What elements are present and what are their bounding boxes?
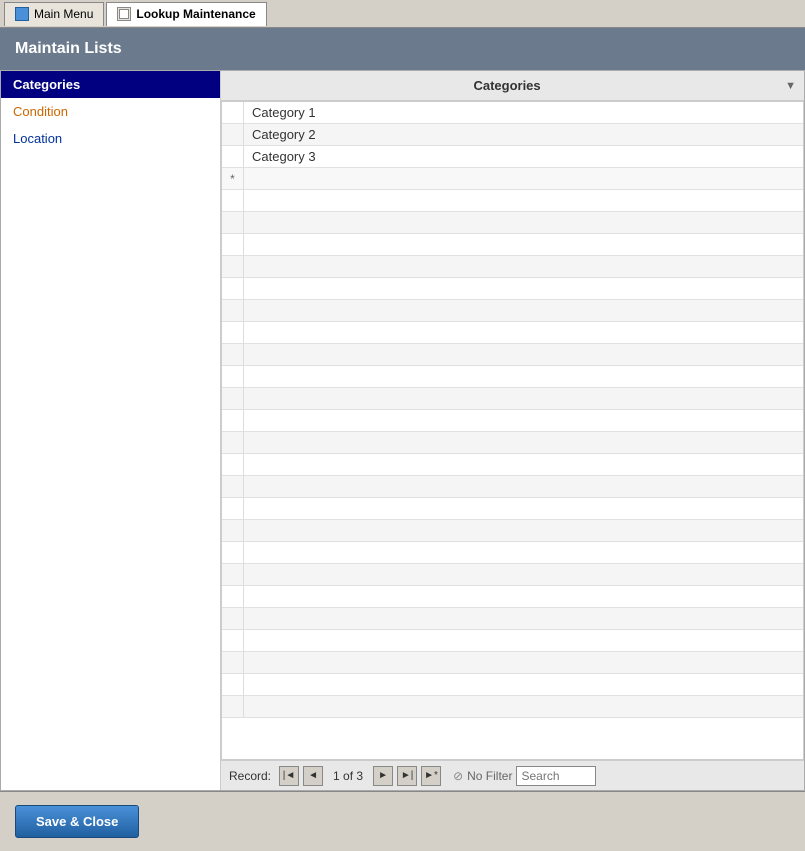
row-indicator-e: [222, 366, 244, 387]
row-indicator-new: *: [222, 168, 244, 189]
grid-column-header: Categories: [229, 78, 785, 93]
table-row-empty: [222, 300, 803, 322]
row-indicator-e: [222, 432, 244, 453]
tab-main-menu[interactable]: Main Menu: [4, 2, 104, 26]
table-row-empty: [222, 652, 803, 674]
row-cell-3[interactable]: Category 3: [244, 147, 803, 166]
row-indicator-e: [222, 476, 244, 497]
row-indicator-e: [222, 564, 244, 585]
nav-new-button[interactable]: ►*: [421, 766, 441, 786]
nav-prev-button[interactable]: ◄: [303, 766, 323, 786]
bottom-bar: Save & Close: [0, 791, 805, 851]
row-indicator-e: [222, 586, 244, 607]
table-row-empty: [222, 278, 803, 300]
table-row[interactable]: Category 3: [222, 146, 803, 168]
row-indicator-e: [222, 498, 244, 519]
main-menu-icon: [15, 7, 29, 21]
main-content: Categories Condition Location Categories…: [0, 70, 805, 791]
sidebar-item-location[interactable]: Location: [1, 125, 220, 152]
sidebar-item-categories[interactable]: Categories: [1, 71, 220, 98]
table-row-empty: [222, 388, 803, 410]
sidebar: Categories Condition Location: [1, 71, 221, 790]
row-indicator-e: [222, 344, 244, 365]
table-row-empty: [222, 212, 803, 234]
table-row-empty: [222, 608, 803, 630]
table-row-empty: [222, 520, 803, 542]
row-cell-2[interactable]: Category 2: [244, 125, 803, 144]
tab-main-menu-label: Main Menu: [34, 7, 93, 21]
row-indicator-e: [222, 674, 244, 695]
table-row-new[interactable]: *: [222, 168, 803, 190]
row-indicator-3: [222, 146, 244, 167]
table-row-empty: [222, 234, 803, 256]
grid-header: Categories ▼: [221, 71, 804, 101]
table-row-empty: [222, 586, 803, 608]
table-row-empty: [222, 542, 803, 564]
row-indicator-e: [222, 520, 244, 541]
row-indicator-1: [222, 102, 244, 123]
row-indicator-e: [222, 278, 244, 299]
row-cell-1[interactable]: Category 1: [244, 103, 803, 122]
table-row-empty: [222, 498, 803, 520]
row-indicator-e: [222, 608, 244, 629]
nav-page-indicator: 1 of 3: [327, 769, 369, 783]
row-cell-new[interactable]: [244, 177, 803, 181]
page-title: Maintain Lists: [15, 40, 122, 58]
sort-arrow-icon[interactable]: ▼: [785, 80, 796, 92]
table-row-empty: [222, 564, 803, 586]
funnel-icon: ⊘: [453, 769, 463, 783]
row-indicator-e: [222, 388, 244, 409]
tab-lookup-maintenance-label: Lookup Maintenance: [136, 7, 255, 21]
no-filter-label: No Filter: [467, 769, 512, 783]
row-indicator-e: [222, 234, 244, 255]
row-indicator-e: [222, 322, 244, 343]
table-row-empty: [222, 476, 803, 498]
table-row-empty: [222, 322, 803, 344]
row-indicator-e: [222, 542, 244, 563]
table-row[interactable]: Category 2: [222, 124, 803, 146]
save-close-button[interactable]: Save & Close: [15, 805, 139, 838]
tab-lookup-maintenance[interactable]: Lookup Maintenance: [106, 2, 266, 26]
row-indicator-e: [222, 190, 244, 211]
row-indicator-e: [222, 630, 244, 651]
table-row-empty: [222, 674, 803, 696]
filter-area: ⊘ No Filter: [453, 769, 512, 783]
tab-bar: Main Menu Lookup Maintenance: [0, 0, 805, 28]
row-indicator-e: [222, 410, 244, 431]
row-indicator-e: [222, 696, 244, 717]
table-row-empty: [222, 256, 803, 278]
sidebar-item-condition[interactable]: Condition: [1, 98, 220, 125]
row-indicator-e: [222, 256, 244, 277]
row-indicator-2: [222, 124, 244, 145]
table-row-empty: [222, 190, 803, 212]
row-indicator-e: [222, 300, 244, 321]
record-label: Record:: [229, 769, 271, 783]
table-row-empty: [222, 454, 803, 476]
right-panel: Categories ▼ Category 1 Category 2 Categ…: [221, 71, 804, 790]
row-indicator-e: [222, 454, 244, 475]
grid-body: Category 1 Category 2 Category 3 *: [221, 101, 804, 760]
row-indicator-e: [222, 652, 244, 673]
table-row-empty: [222, 366, 803, 388]
title-bar: Maintain Lists: [0, 28, 805, 70]
table-row[interactable]: Category 1: [222, 102, 803, 124]
nav-first-button[interactable]: |◄: [279, 766, 299, 786]
nav-next-button[interactable]: ►: [373, 766, 393, 786]
table-row-empty: [222, 344, 803, 366]
table-row-empty: [222, 410, 803, 432]
table-row-empty: [222, 696, 803, 718]
row-indicator-e: [222, 212, 244, 233]
table-row-empty: [222, 630, 803, 652]
table-row-empty: [222, 432, 803, 454]
nav-last-button[interactable]: ►|: [397, 766, 417, 786]
lookup-maintenance-icon: [117, 7, 131, 21]
navigation-bar: Record: |◄ ◄ 1 of 3 ► ►| ►* ⊘ No Filter: [221, 760, 804, 790]
search-input[interactable]: [516, 766, 596, 786]
